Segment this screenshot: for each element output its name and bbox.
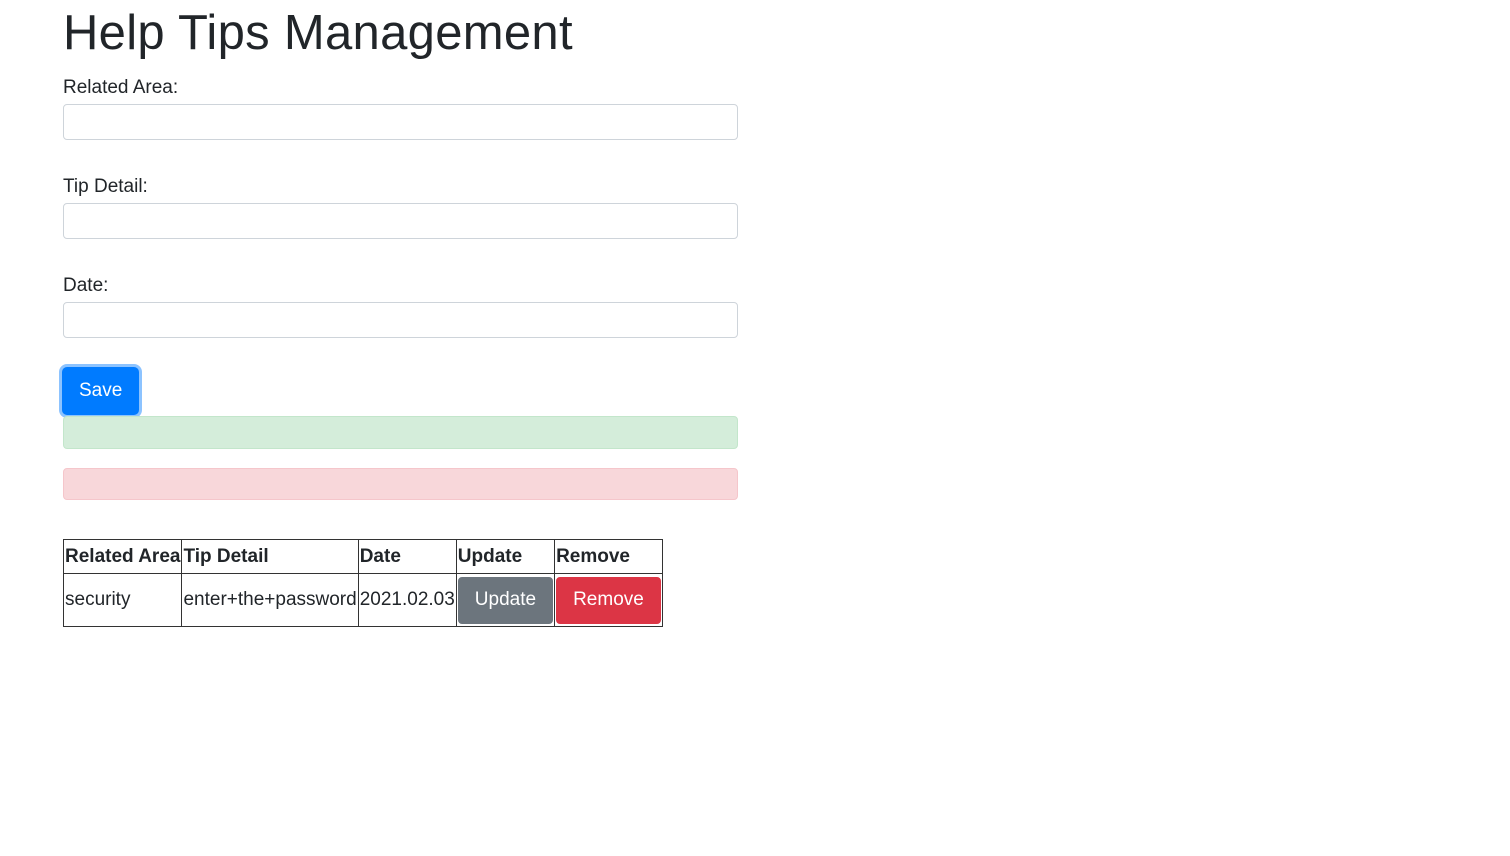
cell-update: Update	[455, 573, 556, 627]
header-related-area: Related Area	[62, 539, 183, 574]
cell-date: 2021.02.03	[357, 573, 457, 627]
page: Help Tips Management Related Area: Tip D…	[0, 0, 1510, 856]
date-input[interactable]	[63, 302, 738, 338]
tip-detail-label: Tip Detail:	[63, 176, 148, 197]
header-tip-detail: Tip Detail	[181, 539, 359, 574]
header-update: Update	[455, 539, 556, 574]
cell-tip-detail: enter+the+password	[181, 573, 359, 627]
error-alert	[63, 468, 738, 500]
date-group: Date:	[63, 274, 738, 338]
related-area-group: Related Area:	[63, 76, 738, 140]
table-header-row: Related Area Tip Detail Date Update Remo…	[62, 539, 663, 574]
remove-button[interactable]: Remove	[556, 576, 661, 624]
table-row: security enter+the+password 2021.02.03 U…	[62, 573, 663, 627]
tips-table: Related Area Tip Detail Date Update Remo…	[62, 539, 663, 627]
success-alert	[63, 416, 738, 449]
form-container: Help Tips Management Related Area: Tip D…	[62, 0, 738, 500]
tip-detail-input[interactable]	[63, 203, 738, 239]
date-label: Date:	[63, 275, 109, 296]
header-date: Date	[357, 539, 457, 574]
save-button[interactable]: Save	[62, 367, 140, 415]
header-remove: Remove	[554, 539, 663, 574]
related-area-label: Related Area:	[63, 77, 179, 98]
related-area-input[interactable]	[63, 104, 738, 140]
tip-detail-group: Tip Detail:	[63, 175, 738, 239]
cell-related-area: security	[62, 573, 183, 627]
update-button[interactable]: Update	[457, 576, 554, 624]
page-title: Help Tips Management	[63, 6, 573, 60]
cell-remove: Remove	[554, 573, 663, 627]
